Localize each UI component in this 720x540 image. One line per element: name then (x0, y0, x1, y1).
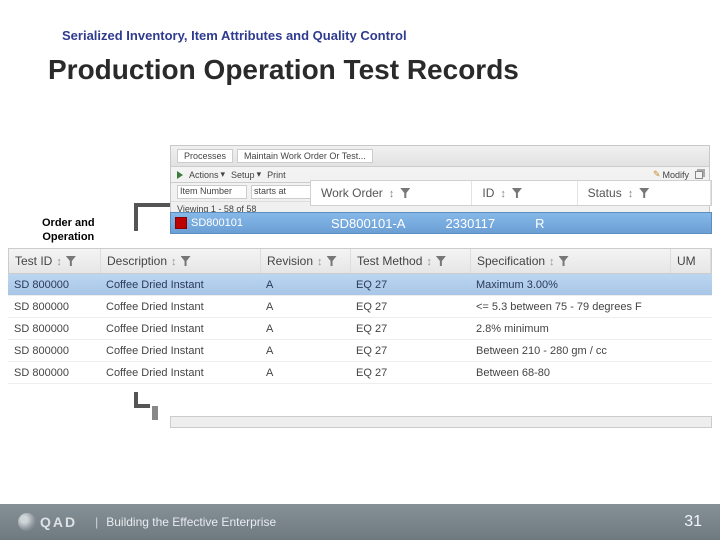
selected-id: 2330117 (445, 216, 495, 231)
filter-icon[interactable] (181, 256, 191, 266)
callout-line2: Operation (42, 231, 94, 243)
tests-table-header: Test ID Description Revision Test Method… (8, 248, 712, 274)
cell-method: EQ 27 (350, 367, 470, 379)
qad-logo-text: QAD (40, 514, 77, 530)
cell-spec: <= 5.3 between 75 - 79 degrees F (470, 301, 670, 313)
cell-spec: Between 68-80 (470, 367, 670, 379)
selected-wo: SD800101-A (331, 216, 405, 231)
wo-header-bar: Work Order ID Status (310, 180, 712, 206)
cell-test-id: SD 800000 (8, 323, 100, 335)
filter-icon[interactable] (327, 256, 337, 266)
horizontal-scrollbar[interactable] (170, 416, 712, 428)
selected-status: R (535, 216, 544, 231)
cell-method: EQ 27 (350, 345, 470, 357)
cell-description: Coffee Dried Instant (100, 301, 260, 313)
footer-tagline: Building the Effective Enterprise (106, 515, 276, 529)
slide-footer: QAD | Building the Effective Enterprise … (0, 504, 720, 540)
cell-method: EQ 27 (350, 323, 470, 335)
sort-icon[interactable] (628, 186, 634, 200)
app-tab-bar: Processes Maintain Work Order Or Test... (171, 146, 709, 167)
print-button[interactable]: Print (267, 170, 286, 180)
filter-icon[interactable] (512, 188, 522, 198)
cell-description: Coffee Dried Instant (100, 367, 260, 379)
cell-spec: Maximum 3.00% (470, 279, 670, 291)
cell-test-id: SD 800000 (8, 279, 100, 291)
go-button[interactable] (177, 171, 183, 179)
modify-button[interactable]: ✎ Modify (653, 169, 689, 180)
cell-revision: A (260, 323, 350, 335)
cell-description: Coffee Dried Instant (100, 323, 260, 335)
cell-test-id: SD 800000 (8, 301, 100, 313)
copy-icon (695, 171, 703, 179)
filter-icon[interactable] (559, 256, 569, 266)
search-field-dropdown[interactable]: Item Number (177, 185, 247, 199)
pencil-icon: ✎ (653, 169, 661, 180)
setup-menu[interactable]: Setup ▾ (231, 169, 261, 180)
page-number: 31 (684, 513, 702, 531)
cell-revision: A (260, 279, 350, 291)
callout-line1: Order and (42, 217, 95, 229)
sort-icon[interactable] (549, 254, 555, 268)
filter-icon[interactable] (66, 256, 76, 266)
row-indicator-icon (175, 217, 187, 229)
slide-supertitle: Serialized Inventory, Item Attributes an… (62, 28, 407, 43)
col-id[interactable]: ID (482, 186, 494, 200)
filter-icon[interactable] (436, 256, 446, 266)
selected-row-left: SD800101 (171, 217, 311, 229)
sort-icon[interactable] (426, 254, 432, 268)
th-revision[interactable]: Revision (267, 254, 313, 268)
table-row[interactable]: SD 800000 Coffee Dried Instant A EQ 27 B… (8, 362, 712, 384)
cell-spec: Between 210 - 280 gm / cc (470, 345, 670, 357)
col-work-order[interactable]: Work Order (321, 186, 383, 200)
tab-maintain-work-order[interactable]: Maintain Work Order Or Test... (237, 149, 373, 163)
col-status[interactable]: Status (588, 186, 622, 200)
tests-table: Test ID Description Revision Test Method… (8, 248, 712, 384)
sort-icon[interactable] (56, 254, 62, 268)
cell-revision: A (260, 345, 350, 357)
slide-title: Production Operation Test Records (48, 54, 519, 86)
copy-button[interactable] (695, 171, 703, 179)
th-um[interactable]: UM (677, 254, 696, 268)
sort-icon[interactable] (171, 254, 177, 268)
filter-icon[interactable] (400, 188, 410, 198)
play-icon (177, 171, 183, 179)
cell-description: Coffee Dried Instant (100, 345, 260, 357)
cell-test-id: SD 800000 (8, 367, 100, 379)
actions-menu[interactable]: Actions ▾ (189, 169, 225, 180)
cell-method: EQ 27 (350, 279, 470, 291)
selected-item: SD800101 (191, 217, 243, 229)
callout-order-operation: Order and Operation (42, 216, 95, 244)
th-description[interactable]: Description (107, 254, 167, 268)
tab-processes[interactable]: Processes (177, 149, 233, 163)
cell-spec: 2.8% minimum (470, 323, 670, 335)
sort-icon[interactable] (500, 186, 506, 200)
table-row[interactable]: SD 800000 Coffee Dried Instant A EQ 27 <… (8, 296, 712, 318)
bracket-bot (134, 392, 150, 408)
footer-separator: | (95, 515, 98, 529)
th-specification[interactable]: Specification (477, 254, 545, 268)
cell-method: EQ 27 (350, 301, 470, 313)
selected-wo-row[interactable]: SD800101 SD800101-A 2330117 R (170, 212, 712, 234)
table-row[interactable]: SD 800000 Coffee Dried Instant A EQ 27 B… (8, 340, 712, 362)
bracket-vert (152, 406, 158, 420)
qad-logo: QAD (18, 513, 77, 531)
sort-icon[interactable] (389, 186, 395, 200)
filter-icon[interactable] (639, 188, 649, 198)
cell-test-id: SD 800000 (8, 345, 100, 357)
selected-row-values: SD800101-A 2330117 R (321, 213, 711, 233)
th-test-method[interactable]: Test Method (357, 254, 422, 268)
sort-icon[interactable] (317, 254, 323, 268)
cell-revision: A (260, 301, 350, 313)
tests-table-body: SD 800000 Coffee Dried Instant A EQ 27 M… (8, 274, 712, 384)
th-test-id[interactable]: Test ID (15, 254, 52, 268)
table-row[interactable]: SD 800000 Coffee Dried Instant A EQ 27 2… (8, 318, 712, 340)
cell-description: Coffee Dried Instant (100, 279, 260, 291)
qad-logo-icon (18, 513, 36, 531)
table-row[interactable]: SD 800000 Coffee Dried Instant A EQ 27 M… (8, 274, 712, 296)
cell-revision: A (260, 367, 350, 379)
